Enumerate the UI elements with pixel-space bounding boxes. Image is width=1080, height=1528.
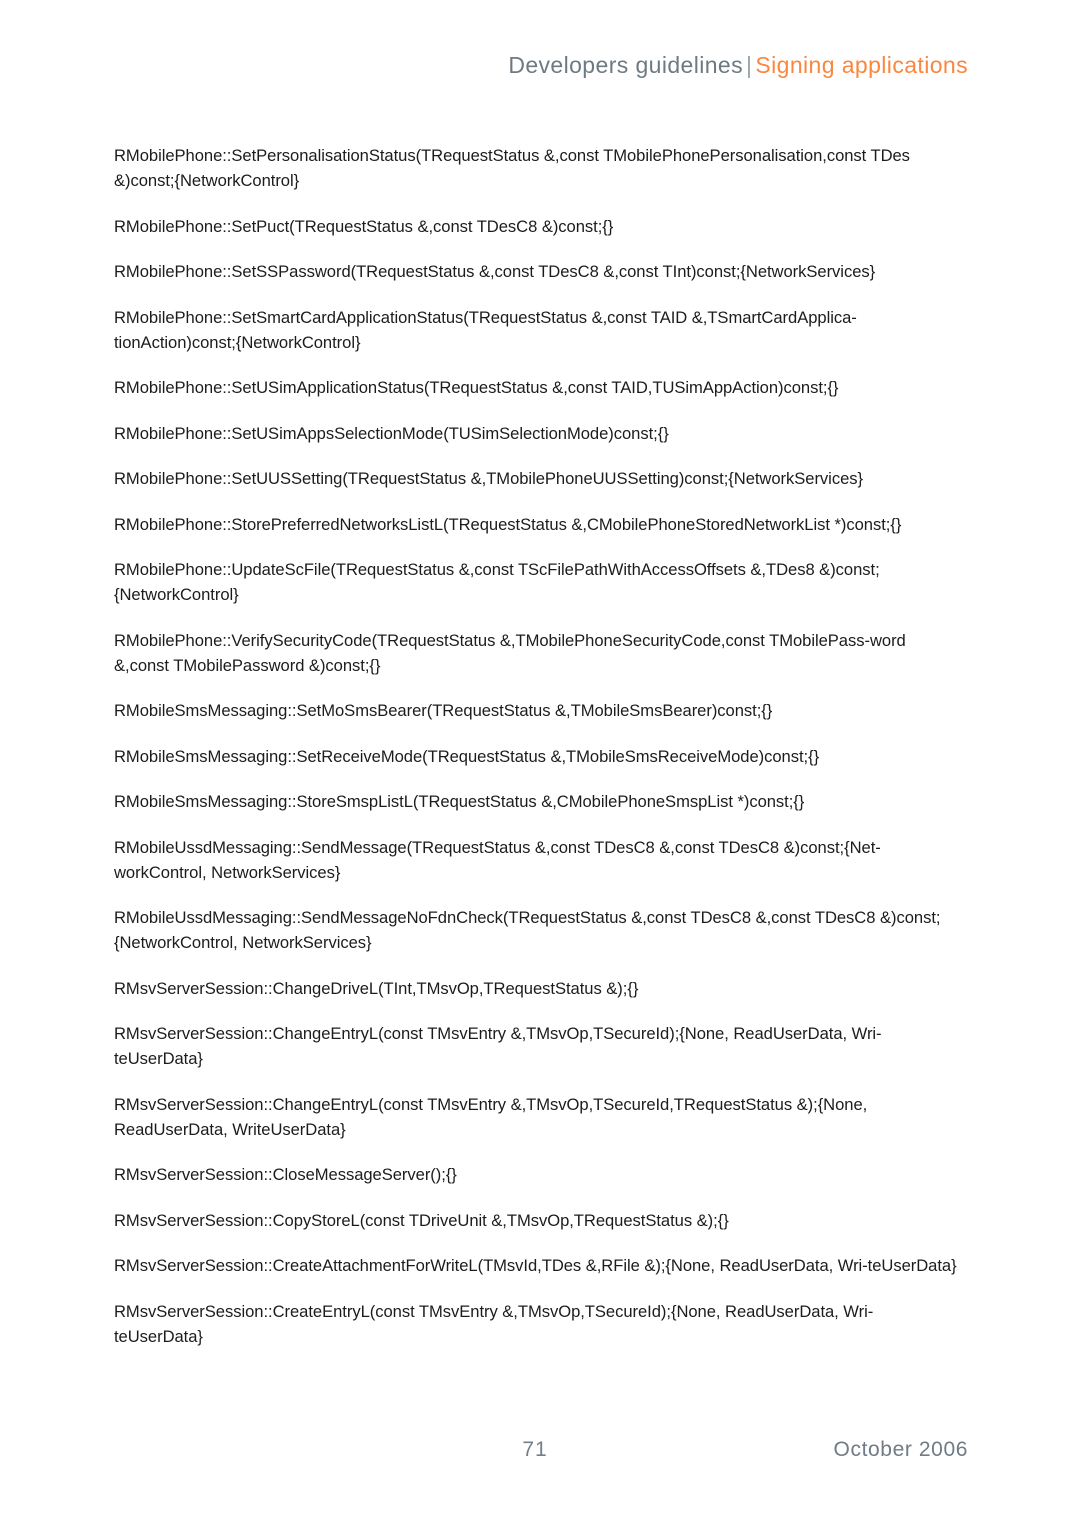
api-entry: RMobilePhone::SetSmartCardApplicationSta… bbox=[114, 307, 857, 352]
api-entry-list: RMobilePhone::SetPersonalisationStatus(T… bbox=[114, 143, 960, 1369]
api-entry: RMobilePhone::SetPersonalisationStatus(T… bbox=[114, 146, 915, 190]
api-entry: RMobileUssdMessaging::SendMessage(TReque… bbox=[114, 837, 881, 882]
api-entry: RMobileSmsMessaging::SetMoSmsBearer(TReq… bbox=[114, 701, 773, 720]
api-entry: RMobilePhone::StorePreferredNetworksList… bbox=[114, 514, 902, 534]
api-entry: RMobileSmsMessaging::SetReceiveMode(TReq… bbox=[114, 746, 820, 766]
api-entry: RMobilePhone::SetUSimAppsSelectionMode(T… bbox=[114, 423, 669, 443]
api-entry: RMsvServerSession::CreateAttachmentForWr… bbox=[114, 1256, 957, 1275]
document-page: Developers guidelines | Signing applicatio… bbox=[0, 0, 1080, 1528]
api-entry: RMsvServerSession::ChangeEntryL(const TM… bbox=[114, 1024, 882, 1068]
page-footer: 71 October 2006 bbox=[0, 1438, 1080, 1468]
api-entry: RMsvServerSession::ChangeDriveL(TInt,TMs… bbox=[114, 978, 639, 998]
api-entry: RMobileSmsMessaging::StoreSmspListL(TReq… bbox=[114, 792, 805, 811]
api-entry: RMobilePhone::VerifySecurityCode(TReques… bbox=[114, 630, 911, 675]
api-entry: RMobilePhone::UpdateScFile(TRequestStatu… bbox=[114, 560, 880, 604]
header-section-title: Signing applications bbox=[755, 52, 968, 78]
api-entry: RMsvServerSession::ChangeEntryL(const TM… bbox=[114, 1094, 872, 1139]
api-entry: RMsvServerSession::CreateEntryL(const TM… bbox=[114, 1301, 874, 1346]
page-header: Developers guidelines | Signing applicatio… bbox=[0, 52, 968, 79]
api-entry: RMobilePhone::SetUSimApplicationStatus(T… bbox=[114, 378, 839, 397]
api-entry: RMobilePhone::SetUUSSetting(TRequestStat… bbox=[114, 469, 863, 488]
api-entry: RMobilePhone::SetPuct(TRequestStatus &,c… bbox=[114, 216, 614, 236]
api-entry: RMsvServerSession::CopyStoreL(const TDri… bbox=[114, 1210, 729, 1230]
header-separator: | bbox=[746, 52, 753, 78]
api-entry: RMsvServerSession::CloseMessageServer();… bbox=[114, 1165, 457, 1184]
api-entry: RMobileUssdMessaging::SendMessageNoFdnCh… bbox=[114, 908, 941, 952]
header-main-title: Developers guidelines bbox=[508, 52, 744, 78]
footer-date: October 2006 bbox=[833, 1438, 968, 1461]
api-entry: RMobilePhone::SetSSPassword(TRequestStat… bbox=[114, 262, 876, 281]
